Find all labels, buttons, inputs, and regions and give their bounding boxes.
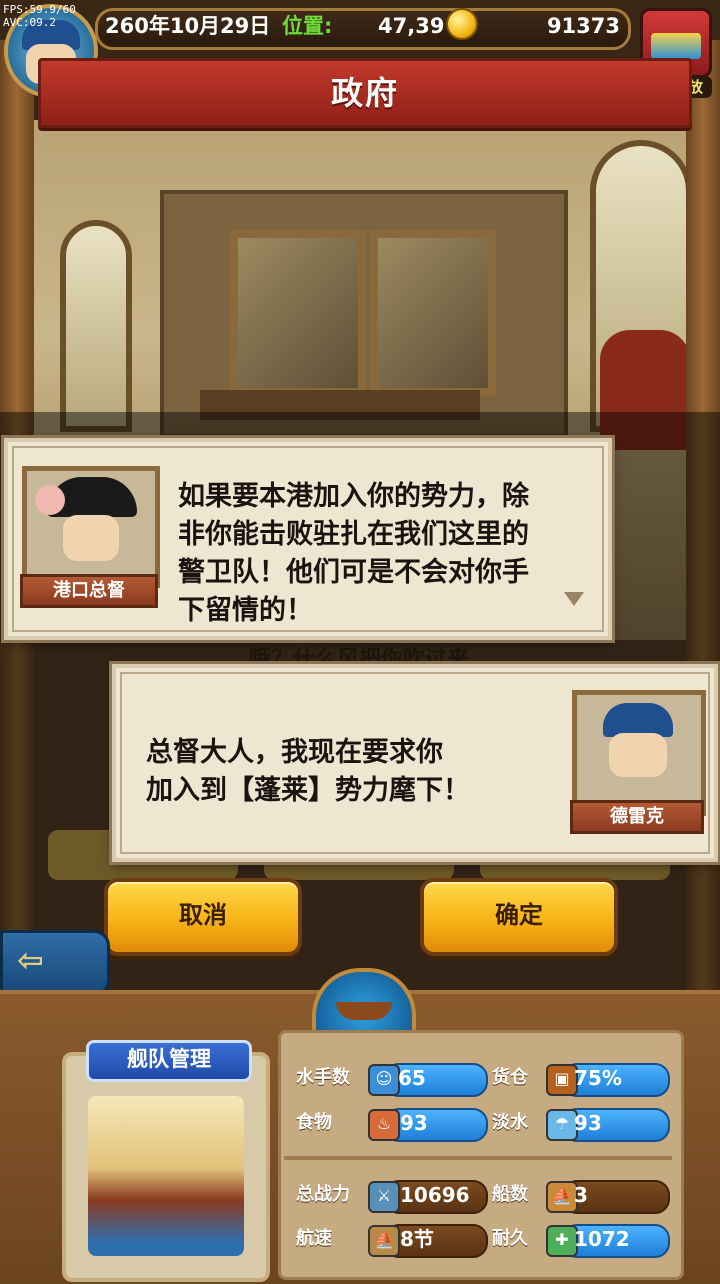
food-label: 食物 — [296, 1112, 332, 1133]
dialog-line: 下留情的！ — [178, 595, 313, 626]
fps-counter: FPS:59.9/60 — [3, 3, 76, 16]
gold-amount: 91373 — [546, 14, 620, 38]
speed-value: 8节 — [400, 1227, 434, 1251]
fleet-card[interactable] — [62, 1052, 270, 1282]
sailors-value: 65 — [398, 1066, 426, 1090]
bandana — [603, 703, 673, 737]
power-value: 10696 — [400, 1183, 470, 1207]
face — [609, 733, 667, 777]
confirm-button[interactable]: 确定 — [420, 878, 618, 956]
governor-nameplate: 港口总督 — [20, 574, 158, 608]
player-nameplate: 德雷克 — [570, 800, 704, 834]
power-label: 总战力 — [296, 1184, 350, 1205]
sailors-label: 水手数 — [296, 1067, 350, 1088]
speed-label: 航速 — [296, 1228, 332, 1249]
back-button[interactable]: ⇦ — [0, 930, 110, 996]
position-value: 47,39 — [378, 14, 445, 38]
painting — [230, 230, 366, 396]
cancel-button[interactable]: 取消 — [104, 878, 302, 956]
player-dialog[interactable]: 总督大人，我现在要求你 加入到【蓬莱】势力麾下！ 德雷克 — [112, 664, 718, 862]
water-value: 93 — [574, 1111, 602, 1135]
food-value: 93 — [400, 1111, 428, 1135]
water-label: 淡水 — [492, 1112, 528, 1133]
ships-value: 3 — [574, 1183, 588, 1207]
ship-hull — [336, 1002, 392, 1020]
painting — [370, 230, 496, 396]
sailor-icon: ☺ — [368, 1064, 400, 1096]
power-icon: ⚔ — [368, 1181, 400, 1213]
governor-dialog[interactable]: 港口总督 如果要本港加入你的势力，除 非你能击败驻扎在我们这里的 警卫队！他们可… — [4, 438, 612, 640]
chest-treasure — [651, 33, 701, 59]
ship-illustration — [88, 1096, 244, 1256]
game-date: 260年10月29日 — [105, 14, 271, 38]
avc-counter: AVC:09.2 — [3, 16, 56, 29]
position-label: 位置: — [282, 14, 333, 38]
window — [60, 220, 132, 432]
fleet-management-label[interactable]: 舰队管理 — [86, 1040, 252, 1082]
player-dialog-text: 总督大人，我现在要求你 加入到【蓬莱】势力麾下！ — [146, 734, 566, 810]
food-icon: ♨ — [368, 1109, 400, 1141]
wig — [35, 485, 65, 515]
continue-arrow-icon[interactable] — [564, 592, 584, 606]
cargo-label: 货仓 — [492, 1067, 528, 1088]
speed-icon: ⛵ — [368, 1225, 400, 1257]
player-portrait — [572, 690, 706, 816]
durability-value: 1072 — [574, 1227, 630, 1251]
ships-label: 船数 — [492, 1184, 528, 1205]
back-arrow-icon: ⇦ — [17, 941, 44, 979]
governor-dialog-text: 如果要本港加入你的势力，除 非你能击败驻扎在我们这里的 警卫队！他们可是不会对你… — [178, 478, 598, 630]
durability-label: 耐久 — [492, 1228, 528, 1249]
dialog-line: 如果要本港加入你的势力，除 — [178, 481, 529, 512]
location-title-banner: 政府 — [38, 58, 692, 128]
dialog-line: 非你能击败驻扎在我们这里的 — [178, 519, 529, 550]
face — [63, 515, 119, 561]
cargo-value: 75% — [574, 1066, 622, 1090]
dialog-line: 加入到【蓬莱】势力麾下！ — [146, 775, 470, 806]
dialog-line: 总督大人，我现在要求你 — [146, 737, 443, 768]
gold-coin-icon — [446, 8, 478, 40]
page-title: 政府 — [330, 74, 399, 112]
dialog-line: 警卫队！他们可是不会对你手 — [178, 557, 529, 588]
governor-portrait — [22, 466, 160, 588]
stats-divider — [284, 1156, 672, 1160]
